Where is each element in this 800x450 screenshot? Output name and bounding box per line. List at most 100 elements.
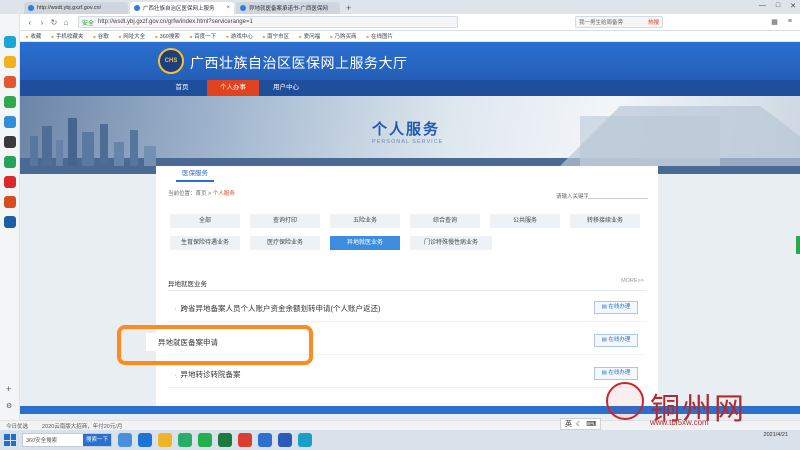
taskbar: 360安全搜索 搜索一下 <box>0 430 800 450</box>
category-public-service[interactable]: 公共服务 <box>490 214 560 228</box>
folder-icon[interactable] <box>158 433 172 447</box>
settings-icon[interactable]: ⚙ <box>6 402 12 410</box>
category-five-insurance[interactable]: 五险业务 <box>330 214 400 228</box>
online-apply-button[interactable]: 在线办理 <box>594 334 638 347</box>
ie-icon[interactable] <box>138 433 152 447</box>
tab-title: 广西壮族自治区医保网上服务 <box>143 6 215 12</box>
list-item-link[interactable]: 异地转诊转院备案 <box>174 369 241 380</box>
bookmark-item[interactable]: 游戏中心 <box>226 32 253 40</box>
search-suggestion: 我一男生给周备旁 <box>579 20 624 26</box>
qq-icon[interactable] <box>258 433 272 447</box>
browser-icon[interactable] <box>178 433 192 447</box>
taskbar-search-button[interactable]: 搜索一下 <box>82 434 111 446</box>
system-tray-clock[interactable]: 2021/4/21 <box>764 432 788 439</box>
keyword-input[interactable] <box>588 190 648 199</box>
bookmark-item[interactable]: 百度一下 <box>190 32 216 40</box>
hot-search-badge: 热搜 <box>647 20 659 26</box>
browser-tab-2[interactable]: 广西壮族自治区医保网上服务 × <box>130 2 234 14</box>
url-field[interactable]: 安全 http://wsdt.ybj.gxzf.gov.cn/grfw/inde… <box>78 16 458 28</box>
window-controls: — □ ✕ <box>759 2 796 10</box>
star-icon[interactable] <box>4 56 16 68</box>
bookmark-item[interactable]: 乃购买商 <box>330 32 357 40</box>
nav-personal[interactable]: 个人办事 <box>207 80 259 96</box>
browser-search-box[interactable]: 我一男生给周备旁 热搜 <box>575 16 663 28</box>
nav-user-center[interactable]: 用户中心 <box>260 80 312 96</box>
taskbar-search-text: 360安全搜索 <box>26 438 58 444</box>
ime-toolbar[interactable]: 英 ☾ ⌨ <box>560 418 602 430</box>
close-tab-icon[interactable]: × <box>226 5 230 11</box>
divider <box>168 321 646 322</box>
banner-title: 个人服务 <box>372 121 441 138</box>
browser-tab-3[interactable]: 异地就医备案承诺书-广西医保网 <box>236 2 340 14</box>
menu-icon[interactable]: ≡ <box>788 18 792 26</box>
grid-icon[interactable]: ▦ <box>771 18 778 26</box>
bookmark-item[interactable]: 360搜索 <box>155 32 180 40</box>
browser-tab-bar: http://wsdt.ybj.gxzf.gov.cn/ 广西壮族自治区医保网上… <box>0 0 800 14</box>
excel-icon[interactable] <box>218 433 232 447</box>
category-query-print[interactable]: 查询打印 <box>250 214 320 228</box>
bookmark-item[interactable]: 网址大全 <box>119 32 145 40</box>
breadcrumb-home[interactable]: 首页 <box>196 191 207 197</box>
online-apply-button[interactable]: 在线办理 <box>594 301 638 314</box>
browser-tab-1[interactable]: http://wsdt.ybj.gxzf.gov.cn/ <box>24 2 128 14</box>
add-icon[interactable]: + <box>6 384 11 394</box>
edge-icon[interactable] <box>298 433 312 447</box>
bookmark-item[interactable]: 南宁市区 <box>263 32 289 40</box>
game-icon[interactable] <box>4 76 16 88</box>
home-icon[interactable]: ⌂ <box>60 18 72 27</box>
ime-mode[interactable]: 英 <box>565 419 572 429</box>
taskbar-search[interactable]: 360安全搜索 搜索一下 <box>22 433 112 447</box>
category-remote-medical[interactable]: 异地就医业务 <box>330 236 400 250</box>
chat-icon[interactable] <box>4 96 16 108</box>
back-icon[interactable]: ‹ <box>24 18 36 27</box>
video-icon[interactable] <box>4 156 16 168</box>
news-icon[interactable] <box>4 176 16 188</box>
forward-icon[interactable]: › <box>36 18 48 27</box>
site-favicon-icon <box>28 5 34 11</box>
shop-icon[interactable] <box>4 196 16 208</box>
minimize-icon[interactable]: — <box>759 2 766 10</box>
online-apply-button[interactable]: 在线办理 <box>594 367 638 380</box>
category-comprehensive-query[interactable]: 综合查询 <box>410 214 480 228</box>
refresh-icon[interactable]: ↻ <box>48 18 60 27</box>
keyword-label: 请输入关键字 <box>556 194 590 200</box>
category-all[interactable]: 全部 <box>170 214 240 228</box>
bookmark-item[interactable]: 谷歌 <box>93 32 109 40</box>
tool-icon[interactable] <box>4 136 16 148</box>
maximize-icon[interactable]: □ <box>776 2 780 10</box>
status-item[interactable]: 2020云南版大招商，年付20元/月 <box>42 422 122 430</box>
task-view-icon[interactable] <box>118 433 132 447</box>
tab-medical-services[interactable]: 医保服务 <box>176 166 214 182</box>
browser-logo-icon[interactable] <box>4 36 16 48</box>
new-tab-button[interactable]: + <box>346 2 351 14</box>
close-window-icon[interactable]: ✕ <box>790 2 796 10</box>
list-item-link-highlighted[interactable]: 异地就医备案申请 <box>158 337 218 348</box>
bookmark-item[interactable]: 收藏 <box>26 32 41 40</box>
moon-icon[interactable]: ☾ <box>576 420 582 428</box>
category-medical-insurance[interactable]: 医疗保险业务 <box>250 236 320 250</box>
scrollbar-thumb[interactable] <box>796 236 800 254</box>
tab-title: 异地就医备案承诺书-广西医保网 <box>249 6 328 12</box>
category-chronic-disease[interactable]: 门诊特殊慢性病业务 <box>410 236 492 250</box>
list-item-link[interactable]: 跨省异地备案人员个人账户资金余额划转申请(个人账户返还) <box>174 303 381 314</box>
category-transfer[interactable]: 转移接续业务 <box>570 214 640 228</box>
site-favicon-icon <box>134 5 140 11</box>
hero-banner: 个人服务 PERSONAL SERVICE <box>20 96 800 174</box>
bookmark-item[interactable]: 在线图片 <box>367 32 393 40</box>
address-bar: ‹ › ↻ ⌂ 安全 http://wsdt.ybj.gxzf.gov.cn/g… <box>20 14 800 31</box>
start-button[interactable] <box>4 434 16 446</box>
chs-logo[interactable]: CHS <box>158 48 184 74</box>
more-link[interactable]: MORE>> <box>621 278 644 284</box>
mail-icon[interactable] <box>4 216 16 228</box>
nav-home[interactable]: 首页 <box>156 80 208 96</box>
chrome-icon[interactable] <box>238 433 252 447</box>
word-icon[interactable] <box>278 433 292 447</box>
status-item[interactable]: 今日优选 <box>6 422 28 430</box>
divider <box>168 387 646 388</box>
keyboard-icon[interactable]: ⌨ <box>586 420 596 428</box>
bookmark-item[interactable]: 爱问福 <box>299 32 321 40</box>
wechat-icon[interactable] <box>198 433 212 447</box>
app-icon[interactable] <box>4 116 16 128</box>
category-maternity[interactable]: 生育保险待遇业务 <box>170 236 240 250</box>
bookmark-item[interactable]: 手机收藏夹 <box>51 32 84 40</box>
